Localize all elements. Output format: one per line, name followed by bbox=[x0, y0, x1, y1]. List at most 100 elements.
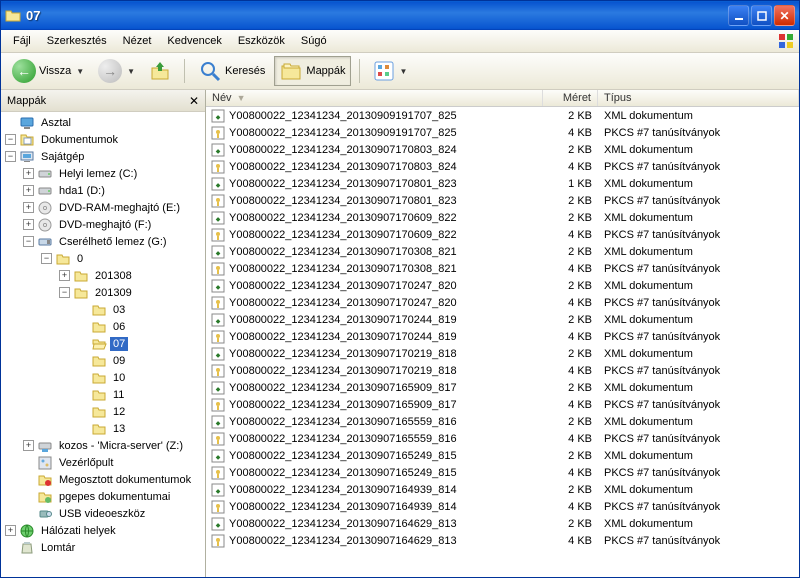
close-button[interactable]: ✕ bbox=[774, 5, 795, 26]
file-row[interactable]: ◆Y00800022_12341234_20130907165249_8152 … bbox=[206, 447, 799, 464]
tree-toggle[interactable]: + bbox=[23, 440, 34, 451]
file-row[interactable]: ◆Y00800022_12341234_20130907170803_8242 … bbox=[206, 141, 799, 158]
tree-item[interactable]: 09 bbox=[3, 352, 205, 369]
tree-item[interactable]: 10 bbox=[3, 369, 205, 386]
tree-item[interactable]: 11 bbox=[3, 386, 205, 403]
file-row[interactable]: Y00800022_12341234_20130907165909_8174 K… bbox=[206, 396, 799, 413]
file-row[interactable]: ◆Y00800022_12341234_20130907170219_8182 … bbox=[206, 345, 799, 362]
tree-item[interactable]: 13 bbox=[3, 420, 205, 437]
tree-item[interactable]: pgepes dokumentumai bbox=[3, 488, 205, 505]
file-row[interactable]: Y00800022_12341234_20130907170609_8224 K… bbox=[206, 226, 799, 243]
menu-tools[interactable]: Eszközök bbox=[230, 33, 293, 49]
file-row[interactable]: Y00800022_12341234_20130909191707_8254 K… bbox=[206, 124, 799, 141]
maximize-button[interactable] bbox=[751, 5, 772, 26]
file-row[interactable]: Y00800022_12341234_20130907165559_8164 K… bbox=[206, 430, 799, 447]
tree-item[interactable]: 07 bbox=[3, 335, 205, 352]
file-row[interactable]: ◆Y00800022_12341234_20130907170801_8231 … bbox=[206, 175, 799, 192]
minimize-button[interactable] bbox=[728, 5, 749, 26]
tree-toggle[interactable]: − bbox=[23, 236, 34, 247]
search-button[interactable]: Keresés bbox=[193, 56, 270, 86]
file-row[interactable]: Y00800022_12341234_20130907170801_8232 K… bbox=[206, 192, 799, 209]
tree-toggle[interactable]: + bbox=[59, 270, 70, 281]
tree-item[interactable]: Megosztott dokumentumok bbox=[3, 471, 205, 488]
file-row[interactable]: Y00800022_12341234_20130907170803_8244 K… bbox=[206, 158, 799, 175]
tree-item[interactable]: Lomtár bbox=[3, 539, 205, 556]
folder-tree[interactable]: Asztal−Dokumentumok−Sajátgép+Helyi lemez… bbox=[1, 112, 205, 577]
tree-toggle[interactable]: − bbox=[41, 253, 52, 264]
column-name[interactable]: Név▼ bbox=[206, 90, 543, 106]
file-row[interactable]: ◆Y00800022_12341234_20130907170244_8192 … bbox=[206, 311, 799, 328]
tree-item[interactable]: 06 bbox=[3, 318, 205, 335]
back-button[interactable]: ← Vissza ▼ bbox=[7, 56, 89, 86]
tree-item[interactable]: +kozos - 'Micra-server' (Z:) bbox=[3, 437, 205, 454]
column-type[interactable]: Típus bbox=[598, 90, 799, 106]
tree-item[interactable]: +201308 bbox=[3, 267, 205, 284]
file-row[interactable]: ◆Y00800022_12341234_20130909191707_8252 … bbox=[206, 107, 799, 124]
toolbar-separator bbox=[184, 59, 185, 83]
tree-item[interactable]: −Sajátgép bbox=[3, 148, 205, 165]
file-size: 4 KB bbox=[543, 331, 598, 343]
file-row[interactable]: Y00800022_12341234_20130907165249_8154 K… bbox=[206, 464, 799, 481]
file-name: Y00800022_12341234_20130907170609_822 bbox=[229, 229, 457, 241]
file-row[interactable]: ◆Y00800022_12341234_20130907170609_8222 … bbox=[206, 209, 799, 226]
tree-item[interactable]: +DVD-meghajtó (F:) bbox=[3, 216, 205, 233]
folder-icon bbox=[91, 404, 107, 420]
file-row[interactable]: Y00800022_12341234_20130907170308_8214 K… bbox=[206, 260, 799, 277]
file-row[interactable]: ◆Y00800022_12341234_20130907165909_8172 … bbox=[206, 379, 799, 396]
tree-toggle[interactable]: + bbox=[23, 219, 34, 230]
tree-item[interactable]: Asztal bbox=[3, 114, 205, 131]
views-button[interactable]: ▼ bbox=[368, 57, 413, 85]
file-size: 2 KB bbox=[543, 246, 598, 258]
file-row[interactable]: ◆Y00800022_12341234_20130907165559_8162 … bbox=[206, 413, 799, 430]
tree-item[interactable]: +hda1 (D:) bbox=[3, 182, 205, 199]
tree-toggle[interactable]: − bbox=[5, 134, 16, 145]
svg-text:◆: ◆ bbox=[216, 455, 221, 461]
file-type: XML dokumentum bbox=[598, 382, 799, 394]
folder-icon bbox=[55, 251, 71, 267]
tree-item[interactable]: + DVD-RAM-meghajtó (E:) bbox=[3, 199, 205, 216]
tree-toggle[interactable]: − bbox=[5, 151, 16, 162]
folders-button[interactable]: Mappák bbox=[274, 56, 350, 86]
file-row[interactable]: Y00800022_12341234_20130907170244_8194 K… bbox=[206, 328, 799, 345]
file-row[interactable]: ◆Y00800022_12341234_20130907164629_8132 … bbox=[206, 515, 799, 532]
tree-item[interactable]: +Helyi lemez (C:) bbox=[3, 165, 205, 182]
tree-toggle[interactable]: − bbox=[59, 287, 70, 298]
file-row[interactable]: ◆Y00800022_12341234_20130907164939_8142 … bbox=[206, 481, 799, 498]
tree-item-label: 12 bbox=[110, 405, 128, 419]
file-row[interactable]: Y00800022_12341234_20130907170247_8204 K… bbox=[206, 294, 799, 311]
file-list-scroll[interactable]: Név▼ Méret Típus ◆Y00800022_12341234_201… bbox=[206, 90, 799, 577]
forward-button[interactable]: → ▼ bbox=[93, 56, 140, 86]
tree-item[interactable]: Vezérlőpult bbox=[3, 454, 205, 471]
tree-toggle[interactable]: + bbox=[23, 202, 34, 213]
tree-item[interactable]: 03 bbox=[3, 301, 205, 318]
tree-item[interactable]: 12 bbox=[3, 403, 205, 420]
file-row[interactable]: Y00800022_12341234_20130907164939_8144 K… bbox=[206, 498, 799, 515]
tree-item[interactable]: −Dokumentumok bbox=[3, 131, 205, 148]
tree-toggle[interactable]: + bbox=[5, 525, 16, 536]
file-row[interactable]: Y00800022_12341234_20130907164629_8134 K… bbox=[206, 532, 799, 549]
menu-edit[interactable]: Szerkesztés bbox=[39, 33, 115, 49]
file-row[interactable]: Y00800022_12341234_20130907170219_8184 K… bbox=[206, 362, 799, 379]
tree-item-label: DVD-RAM-meghajtó (E:) bbox=[56, 201, 183, 215]
menu-file[interactable]: Fájl bbox=[5, 33, 39, 49]
column-size[interactable]: Méret bbox=[543, 90, 598, 106]
tree-toggle[interactable]: + bbox=[23, 185, 34, 196]
menu-favorites[interactable]: Kedvencek bbox=[159, 33, 229, 49]
pkcs-file-icon bbox=[210, 193, 226, 209]
file-row[interactable]: ◆Y00800022_12341234_20130907170308_8212 … bbox=[206, 243, 799, 260]
pkcs-file-icon bbox=[210, 329, 226, 345]
file-type: XML dokumentum bbox=[598, 246, 799, 258]
menu-view[interactable]: Nézet bbox=[115, 33, 160, 49]
xml-file-icon: ◆ bbox=[210, 142, 226, 158]
tree-item[interactable]: +Hálózati helyek bbox=[3, 522, 205, 539]
panel-close-button[interactable]: ✕ bbox=[189, 94, 199, 108]
up-button[interactable] bbox=[144, 57, 176, 85]
tree-item[interactable]: −Cserélhető lemez (G:) bbox=[3, 233, 205, 250]
tree-item-label: 09 bbox=[110, 354, 128, 368]
tree-item[interactable]: −0 bbox=[3, 250, 205, 267]
file-row[interactable]: ◆Y00800022_12341234_20130907170247_8202 … bbox=[206, 277, 799, 294]
tree-toggle[interactable]: + bbox=[23, 168, 34, 179]
menu-help[interactable]: Súgó bbox=[293, 33, 335, 49]
tree-item[interactable]: USB videoeszköz bbox=[3, 505, 205, 522]
tree-item[interactable]: −201309 bbox=[3, 284, 205, 301]
